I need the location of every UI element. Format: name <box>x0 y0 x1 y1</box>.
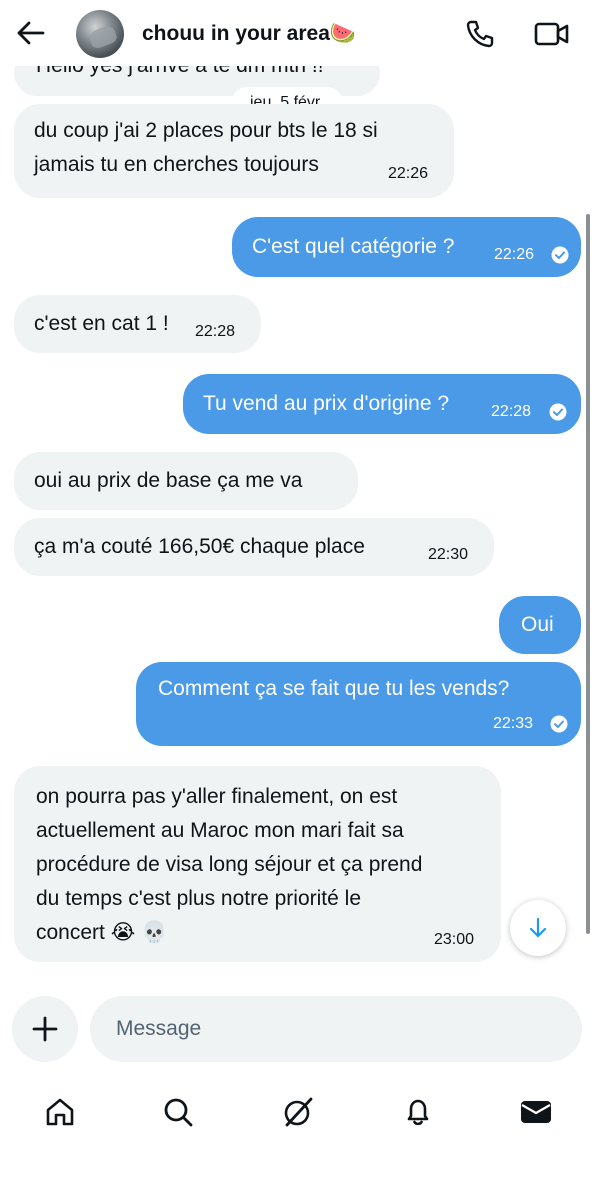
message-timestamp: 22:28 <box>491 403 532 420</box>
message-bubble-outgoing[interactable]: Comment ça se fait que tu les vends? 22:… <box>136 662 581 746</box>
message-bubble-incoming[interactable]: on pourra pas y'aller finalement, on est… <box>14 766 501 962</box>
scroll-to-bottom-button[interactable] <box>510 900 566 956</box>
message-text-line: on pourra pas y'aller finalement, on est <box>36 785 398 808</box>
message-text: Comment ça se fait que tu les vends? <box>158 677 510 700</box>
search-icon <box>164 1098 193 1127</box>
back-button[interactable] <box>14 16 48 50</box>
scrollbar[interactable] <box>586 214 590 934</box>
message-bubble-incoming[interactable]: du coup j'ai 2 places pour bts le 18 si … <box>14 104 454 198</box>
message-bubble-incoming[interactable]: oui au prix de base ça me va <box>14 452 358 510</box>
message-text-line: du coup j'ai 2 places pour bts le 18 si <box>34 119 378 142</box>
message-text: oui au prix de base ça me va <box>34 469 303 492</box>
message-input[interactable] <box>90 996 582 1062</box>
nav-messages[interactable] <box>514 1090 558 1134</box>
conversation-title[interactable]: chouu in your area🍉 <box>142 22 356 46</box>
video-camera-icon <box>534 22 569 46</box>
plus-icon <box>32 1016 58 1042</box>
message-timestamp: 22:26 <box>494 246 535 263</box>
read-receipt-icon <box>550 715 568 733</box>
message-text-line: concert 😭 💀 <box>36 921 168 944</box>
bottom-navigation <box>0 1080 595 1144</box>
message-timestamp: 22:33 <box>493 715 534 732</box>
nav-notifications[interactable] <box>396 1090 440 1134</box>
arrow-left-icon <box>17 21 45 45</box>
avatar[interactable] <box>76 10 124 58</box>
messages-envelope-icon <box>521 1101 551 1123</box>
message-text: ça m'a couté 166,50€ chaque place <box>34 535 365 558</box>
video-call-button[interactable] <box>532 16 572 52</box>
message-text-line: jamais tu en cherches toujours <box>34 153 319 176</box>
message-bubble-incoming[interactable]: c'est en cat 1 ! 22:28 <box>14 295 261 353</box>
message-timestamp: 23:00 <box>434 931 475 948</box>
message-text-line: actuellement au Maroc mon mari fait sa <box>36 819 404 842</box>
message-text: C'est quel catégorie ? <box>252 235 455 258</box>
nav-grok[interactable] <box>276 1090 320 1134</box>
read-receipt-icon <box>551 246 569 264</box>
call-button[interactable] <box>462 16 498 52</box>
message-timestamp: 22:30 <box>428 546 469 563</box>
read-receipt-icon <box>549 403 567 421</box>
nav-home[interactable] <box>38 1090 82 1134</box>
grok-icon <box>284 1097 313 1127</box>
message-text: c'est en cat 1 ! <box>34 312 169 335</box>
arrow-down-icon <box>529 917 547 938</box>
add-media-button[interactable] <box>12 996 78 1062</box>
home-icon <box>46 1098 74 1126</box>
message-text: Oui <box>521 613 554 636</box>
message-text-line: procédure de visa long séjour et ça pren… <box>36 853 423 876</box>
message-text-line: du temps c'est plus notre priorité le <box>36 887 361 910</box>
message-text: Tu vend au prix d'origine ? <box>203 392 450 415</box>
message-bubble-incoming[interactable]: ça m'a couté 166,50€ chaque place 22:30 <box>14 518 494 576</box>
message-timestamp: 22:26 <box>388 165 429 182</box>
message-bubble-outgoing[interactable]: Oui <box>499 596 581 654</box>
phone-icon <box>466 20 494 48</box>
notifications-bell-icon <box>407 1099 429 1126</box>
chat-header: chouu in your area🍉 <box>0 0 595 66</box>
message-bubble-outgoing[interactable]: Tu vend au prix d'origine ? 22:28 <box>183 374 581 434</box>
message-bubble-outgoing[interactable]: C'est quel catégorie ? 22:26 <box>232 217 581 277</box>
message-timestamp: 22:28 <box>195 323 236 340</box>
nav-search[interactable] <box>156 1090 200 1134</box>
